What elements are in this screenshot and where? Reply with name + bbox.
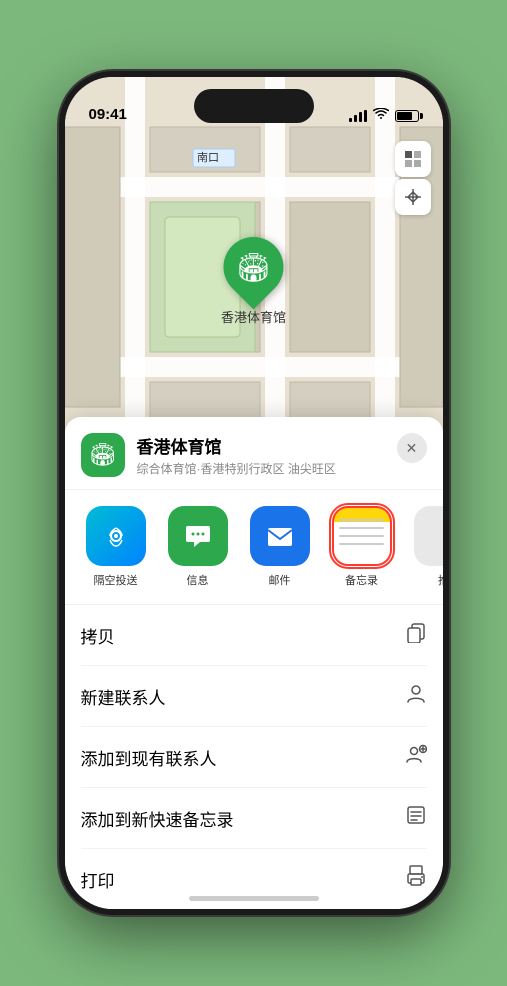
copy-label: 拷贝 [81,623,115,648]
close-button[interactable]: ✕ [397,433,427,463]
action-row-add-contact[interactable]: 添加到现有联系人 [81,727,427,788]
pin-circle: 🏟 [211,225,296,310]
phone-frame: 09:41 [59,71,449,915]
map-view-button[interactable] [395,141,431,177]
home-indicator [189,896,319,901]
action-row-new-contact[interactable]: 新建联系人 [81,666,427,727]
phone-screen: 09:41 [65,77,443,909]
signal-icon [349,110,367,122]
share-item-more[interactable]: 推 [409,506,443,588]
location-info: 香港体育馆 综合体育馆·香港特别行政区 油尖旺区 [137,433,427,477]
location-header: 🏟 香港体育馆 综合体育馆·香港特别行政区 油尖旺区 ✕ [65,417,443,490]
copy-icon [405,621,427,649]
battery-icon [395,110,419,122]
add-contact-icon [405,743,427,771]
bottom-sheet: 🏟 香港体育馆 综合体育馆·香港特别行政区 油尖旺区 ✕ [65,417,443,909]
messages-label: 信息 [187,572,209,588]
status-time: 09:41 [89,106,127,123]
mail-icon [250,506,310,566]
airdrop-label: 隔空投送 [94,572,138,588]
location-button[interactable] [395,179,431,215]
messages-icon [168,506,228,566]
wifi-icon [373,108,389,123]
new-contact-label: 新建联系人 [81,684,166,709]
svg-text:南口: 南口 [197,151,219,164]
share-item-airdrop[interactable]: 隔空投送 [81,506,151,588]
share-row: 隔空投送 信息 [65,490,443,605]
map-controls [395,141,431,215]
notes-icon [332,506,392,566]
pin-label: 香港体育馆 [221,307,286,326]
print-icon [405,865,427,893]
notes-label: 备忘录 [345,572,378,588]
new-contact-icon [405,682,427,710]
action-row-quick-note[interactable]: 添加到新快速备忘录 [81,788,427,849]
mail-label: 邮件 [269,572,291,588]
add-contact-label: 添加到现有联系人 [81,745,217,770]
dynamic-island [194,89,314,123]
print-label: 打印 [81,867,115,892]
stadium-icon: 🏟 [236,251,272,284]
stadium-pin: 🏟 香港体育馆 [221,237,286,326]
share-item-mail[interactable]: 邮件 [245,506,315,588]
quick-note-icon [405,804,427,832]
location-icon: 🏟 [81,433,125,477]
more-icon [414,506,443,566]
action-list: 拷贝 新建联系人 [65,605,443,909]
airdrop-icon [86,506,146,566]
location-description: 综合体育馆·香港特别行政区 油尖旺区 [137,460,427,477]
status-icons [349,108,419,123]
more-label: 推 [438,572,443,588]
quick-note-label: 添加到新快速备忘录 [81,806,234,831]
share-item-notes[interactable]: 备忘录 [327,506,397,588]
share-item-messages[interactable]: 信息 [163,506,233,588]
action-row-copy[interactable]: 拷贝 [81,605,427,666]
stadium-venue-icon: 🏟 [89,442,117,468]
location-name: 香港体育馆 [137,433,427,458]
